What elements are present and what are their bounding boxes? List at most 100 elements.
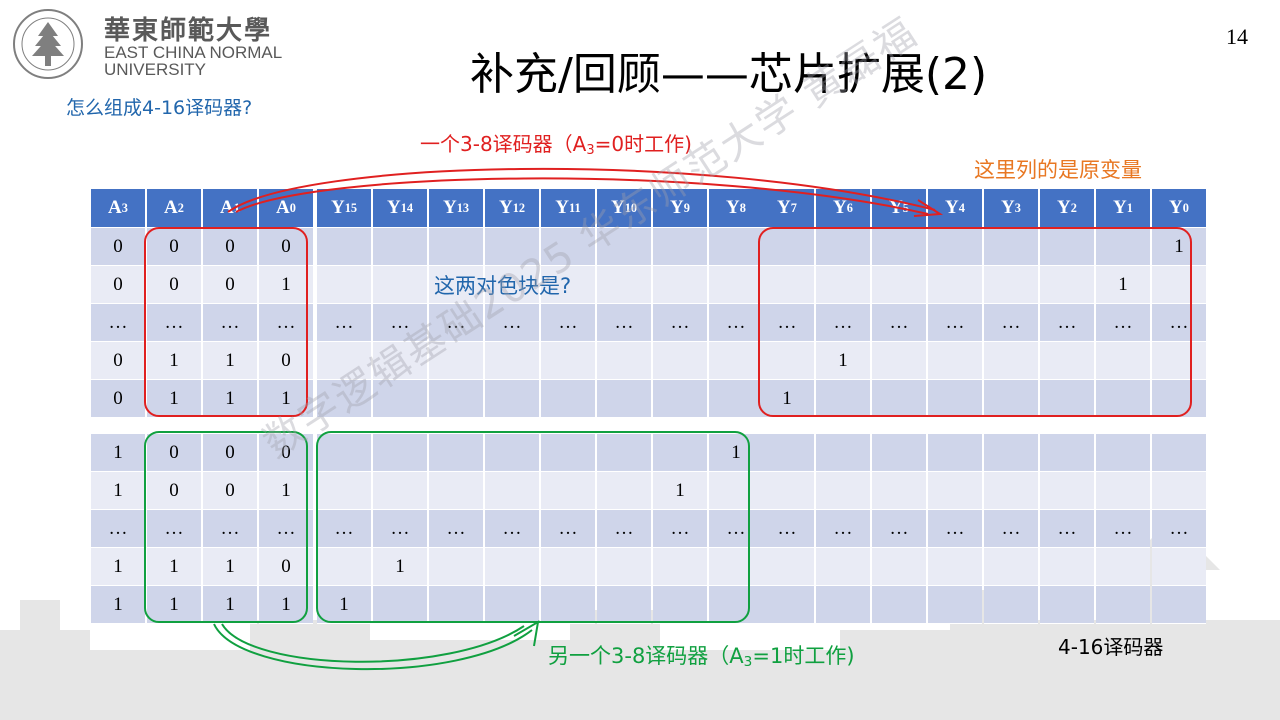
- table-cell: [1096, 342, 1150, 380]
- table-cell: [653, 342, 707, 380]
- table-cell: [485, 548, 539, 586]
- table-cell: …: [259, 510, 313, 548]
- table-cell: 1: [147, 548, 201, 586]
- table-cell: [984, 434, 1038, 472]
- table-cell: 0: [203, 472, 257, 510]
- table-cell: [541, 586, 595, 624]
- table-cell: [760, 548, 814, 586]
- annotation-4-16-decoder: 4-16译码器: [1058, 635, 1164, 659]
- table-cell: [317, 548, 371, 586]
- table-gap: [1096, 418, 1150, 434]
- table-cell: [760, 472, 814, 510]
- table-cell: [373, 472, 427, 510]
- table-cell: [597, 342, 651, 380]
- table-cell: 0: [91, 228, 145, 266]
- table-cell: 1: [259, 472, 313, 510]
- table-cell: 0: [147, 472, 201, 510]
- table-cell: [541, 434, 595, 472]
- table-cell: [872, 266, 926, 304]
- table-cell: [373, 434, 427, 472]
- table-cell: [1040, 586, 1094, 624]
- table-cell: [1040, 342, 1094, 380]
- table-cell: [597, 380, 651, 418]
- table-cell: 1: [760, 380, 814, 418]
- column-header: Y7: [760, 189, 814, 228]
- table-cell: …: [653, 510, 707, 548]
- table-cell: [760, 266, 814, 304]
- table-cell: [928, 434, 982, 472]
- table-cell: …: [1040, 510, 1094, 548]
- table-cell: [1040, 434, 1094, 472]
- table-gap: [709, 418, 763, 434]
- table-cell: [429, 586, 483, 624]
- table-cell: [541, 380, 595, 418]
- table-cell: …: [317, 510, 371, 548]
- table-cell: 1: [373, 548, 427, 586]
- question-text: 怎么组成4-16译码器?: [66, 97, 253, 119]
- table-cell: [984, 228, 1038, 266]
- table-cell: [373, 586, 427, 624]
- table-cell: [816, 266, 870, 304]
- table-cell: [709, 586, 763, 624]
- table-cell: [709, 472, 763, 510]
- table-cell: [429, 548, 483, 586]
- table-cell: [1096, 380, 1150, 418]
- table-cell: …: [203, 304, 257, 342]
- table-cell: [816, 548, 870, 586]
- table-cell: [485, 342, 539, 380]
- table-gap: [816, 418, 870, 434]
- table-cell: …: [1040, 304, 1094, 342]
- table-cell: [1040, 228, 1094, 266]
- table-cell: [541, 472, 595, 510]
- table-cell: 0: [259, 228, 313, 266]
- table-cell: 1: [709, 434, 763, 472]
- column-header: Y1: [1096, 189, 1150, 228]
- table-cell: [597, 434, 651, 472]
- table-gap: [541, 418, 595, 434]
- table-cell: [709, 548, 763, 586]
- logo-chinese-name: 華東師範大學: [104, 16, 273, 46]
- table-cell: …: [541, 304, 595, 342]
- column-header: Y0: [1152, 189, 1206, 228]
- table-cell: …: [91, 304, 145, 342]
- logo-english-name: EAST CHINA NORMAL UNIVERSITY: [104, 43, 283, 79]
- table-cell: 0: [147, 434, 201, 472]
- table-cell: [984, 586, 1038, 624]
- table-cell: …: [816, 510, 870, 548]
- table-cell: [653, 434, 707, 472]
- table-cell: …: [928, 304, 982, 342]
- table-cell: 1: [259, 266, 313, 304]
- table-cell: …: [1096, 510, 1150, 548]
- table-cell: 1: [816, 342, 870, 380]
- table-cell: [984, 472, 1038, 510]
- table-cell: [760, 586, 814, 624]
- table-cell: …: [984, 510, 1038, 548]
- table-gap: [429, 418, 483, 434]
- table-cell: 0: [259, 548, 313, 586]
- table-cell: [1040, 472, 1094, 510]
- table-cell: …: [317, 304, 371, 342]
- table-cell: 0: [147, 266, 201, 304]
- table-cell: [872, 586, 926, 624]
- table-cell: …: [1152, 304, 1206, 342]
- table-gap: [91, 418, 145, 434]
- table-cell: …: [597, 304, 651, 342]
- column-header: Y 15: [317, 189, 371, 228]
- table-gap: [147, 418, 201, 434]
- table-cell: 1: [91, 548, 145, 586]
- table-cell: [709, 342, 763, 380]
- table-cell: [429, 380, 483, 418]
- table-cell: [317, 266, 371, 304]
- table-gap: [653, 418, 707, 434]
- table-cell: …: [541, 510, 595, 548]
- table-cell: 0: [259, 342, 313, 380]
- table-cell: …: [928, 510, 982, 548]
- column-header: Y 12: [485, 189, 539, 228]
- table-cell: [653, 228, 707, 266]
- table-cell: …: [429, 510, 483, 548]
- column-header: Y4: [928, 189, 982, 228]
- table-cell: [1040, 380, 1094, 418]
- table-cell: 1: [653, 472, 707, 510]
- table-cell: [928, 380, 982, 418]
- table-cell: [1152, 434, 1206, 472]
